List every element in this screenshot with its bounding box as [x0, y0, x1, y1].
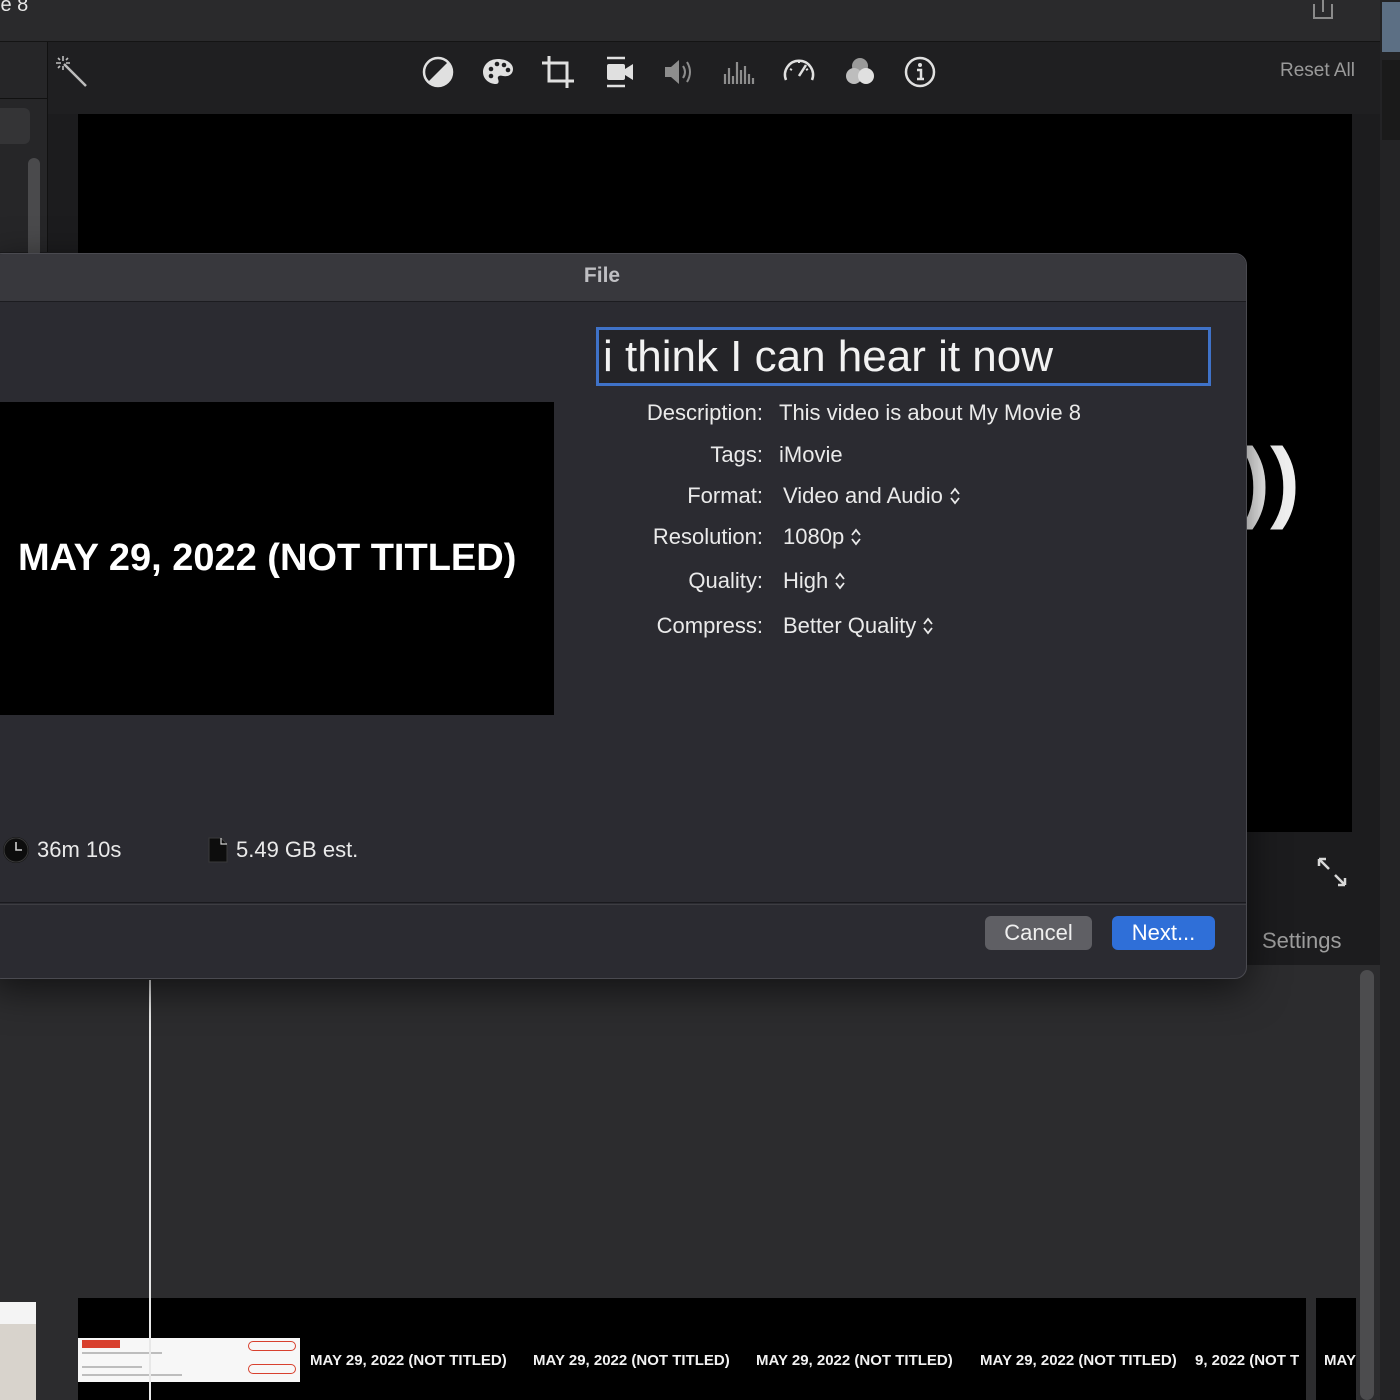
chevron-up-down-icon	[949, 486, 961, 506]
timeline-clip-label: MAY	[1324, 1352, 1356, 1369]
right-thumbnail-strip	[1380, 0, 1400, 1400]
title-bar: ie 8	[0, 0, 1380, 42]
chevron-up-down-icon	[922, 616, 934, 636]
viewer-title-fragment: ))	[1240, 431, 1300, 531]
export-file-dialog: File MAY 29, 2022 (NOT TITLED) Descripti…	[0, 253, 1247, 979]
dialog-title: File	[583, 264, 621, 287]
file-size-info: 5.49 GB est.	[208, 837, 358, 863]
duration-info: 36m 10s	[3, 837, 121, 863]
dialog-header: File	[0, 254, 1246, 302]
share-icon[interactable]	[1310, 0, 1336, 20]
library-sidebar	[0, 42, 48, 258]
timeline-scrollbar[interactable]	[1360, 970, 1374, 1400]
info-icon[interactable]	[902, 54, 938, 90]
quality-label: Quality:	[688, 568, 763, 593]
reset-all-button[interactable]: Reset All	[1280, 60, 1355, 82]
equalizer-icon[interactable]	[721, 54, 757, 90]
file-size-value: 5.49 GB est.	[236, 837, 359, 862]
tags-field[interactable]: iMovie	[779, 442, 843, 468]
magic-wand-icon[interactable]	[54, 54, 90, 90]
quality-select[interactable]: High	[783, 568, 846, 594]
description-label: Description:	[646, 400, 763, 425]
format-select-value: Video and Audio	[783, 483, 943, 508]
next-button[interactable]: Next...	[1112, 916, 1215, 950]
crop-icon[interactable]	[540, 54, 576, 90]
sidebar-scrollbar[interactable]	[28, 158, 40, 258]
timeline-clip-thumbnail[interactable]	[78, 1338, 300, 1382]
cancel-button[interactable]: Cancel	[985, 916, 1092, 950]
resolution-select[interactable]: 1080p	[783, 524, 862, 550]
timeline-clip-label: MAY 29, 2022 (NOT TITLED)	[756, 1352, 953, 1369]
duration-value: 36m 10s	[37, 837, 122, 862]
timeline-clip-label: 9, 2022 (NOT T	[1195, 1352, 1300, 1369]
timeline-clip-thumbnail[interactable]	[0, 1302, 36, 1400]
video-preview: MAY 29, 2022 (NOT TITLED)	[0, 402, 554, 715]
playhead[interactable]	[149, 980, 151, 1400]
format-label: Format:	[687, 483, 763, 508]
preview-title: MAY 29, 2022 (NOT TITLED)	[18, 537, 517, 579]
tags-label: Tags:	[710, 442, 763, 467]
title-input[interactable]	[596, 327, 1211, 386]
stabilization-icon[interactable]	[601, 54, 637, 90]
color-palette-icon[interactable]	[480, 54, 516, 90]
volume-icon[interactable]	[661, 54, 697, 90]
quality-select-value: High	[783, 568, 829, 593]
timeline-clip-label: MAY 29, 2022 (NOT TITLED)	[533, 1352, 730, 1369]
compress-select-value: Better Quality	[783, 613, 917, 638]
format-select[interactable]: Video and Audio	[783, 483, 961, 509]
compress-select[interactable]: Better Quality	[783, 613, 934, 639]
speed-icon[interactable]	[781, 54, 817, 90]
settings-button[interactable]: Settings	[1262, 928, 1342, 954]
color-balance-icon[interactable]	[420, 54, 456, 90]
resolution-select-value: 1080p	[783, 524, 845, 549]
timeline-clip-label: MAY 29, 2022 (NOT TITLED)	[980, 1352, 1177, 1369]
description-field[interactable]: This video is about My Movie 8	[779, 400, 1081, 426]
compress-label: Compress:	[656, 613, 763, 638]
chevron-up-down-icon	[834, 571, 846, 591]
sidebar-button[interactable]	[0, 108, 30, 144]
fullscreen-icon[interactable]	[1314, 854, 1350, 890]
timeline-clip-strip[interactable]	[1316, 1298, 1356, 1400]
file-icon	[208, 837, 228, 863]
filter-icon[interactable]	[842, 54, 878, 90]
clock-icon	[3, 837, 29, 863]
window-title: ie 8	[0, 0, 29, 16]
chevron-up-down-icon	[850, 527, 862, 547]
timeline-clip-label: MAY 29, 2022 (NOT TITLED)	[310, 1352, 507, 1369]
resolution-label: Resolution:	[652, 524, 763, 549]
